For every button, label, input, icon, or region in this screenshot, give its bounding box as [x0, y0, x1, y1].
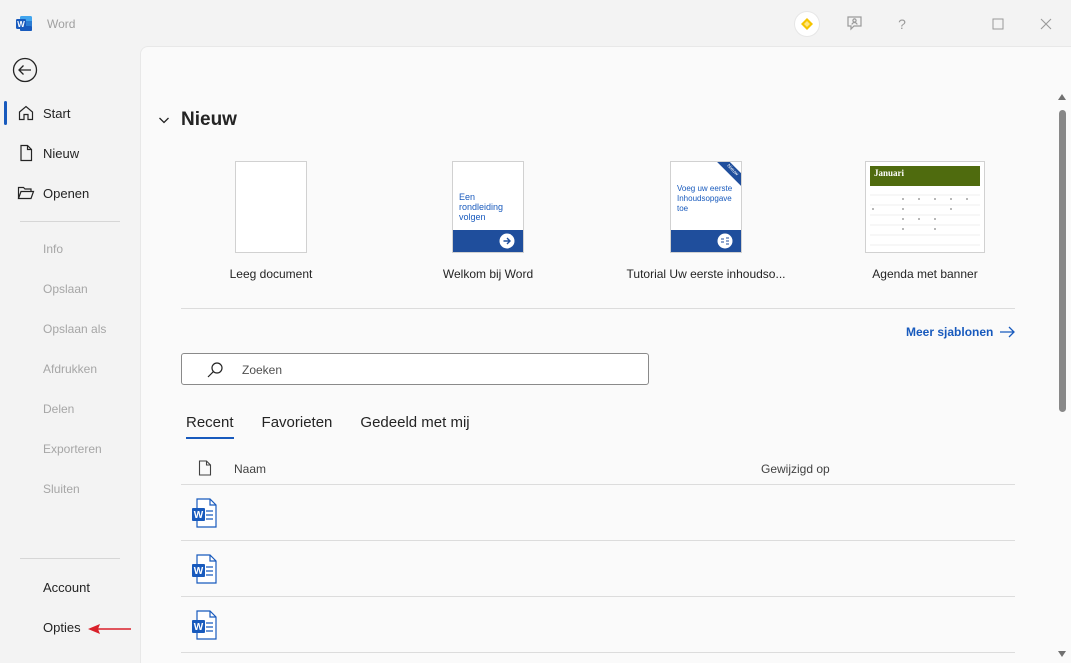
thumbnail-caption: Een rondleiding volgen [459, 192, 504, 222]
sidebar-item-label: Account [43, 580, 90, 595]
more-templates-link[interactable]: Meer sjablonen [906, 325, 1016, 339]
folder-open-icon [17, 186, 35, 200]
sidebar-item-info: Info [0, 231, 140, 267]
more-templates-label: Meer sjablonen [906, 325, 994, 339]
table-bottom-divider [181, 652, 1015, 653]
sidebar-item-label: Exporteren [43, 442, 102, 456]
tab-recent[interactable]: Recent [186, 414, 234, 439]
sidebar-item-label: Afdrukken [43, 362, 98, 376]
sidebar-item-opslaan: Opslaan [0, 271, 140, 307]
search-icon [207, 362, 223, 378]
sidebar-item-sluiten: Sluiten [0, 471, 140, 507]
calendar-month: Januari [874, 168, 905, 178]
feedback-icon [847, 16, 862, 31]
template-name: Agenda met banner [872, 267, 978, 281]
sidebar-item-label: Opslaan als [43, 322, 107, 336]
search-input[interactable] [242, 360, 622, 380]
template-thumbnail: Een rondleiding volgen [452, 161, 524, 253]
scroll-down-icon[interactable] [1057, 650, 1067, 658]
main-content: Nieuw Leeg document Een rondleiding volg… [140, 46, 1071, 663]
feedback-button[interactable] [843, 12, 867, 36]
template-thumbnail: Voeg uw eerste Inhoudsopgave toe Nieuw [670, 161, 742, 253]
new-section-header[interactable]: Nieuw [157, 109, 237, 131]
calendar-grid-icon [870, 194, 980, 246]
sidebar-item-account[interactable]: Account [0, 569, 140, 605]
title-bar: W Word ? [0, 0, 1071, 46]
vertical-scrollbar[interactable] [1057, 93, 1067, 658]
table-row[interactable]: W [181, 540, 1015, 595]
template-thumbnail: Januari [865, 161, 985, 253]
word-document-icon: W [192, 610, 217, 640]
scrollbar-thumb[interactable] [1059, 110, 1066, 412]
thumbnail-caption: Voeg uw eerste Inhoudsopgave toe [677, 184, 733, 213]
table-row[interactable]: W [181, 596, 1015, 651]
premium-button[interactable] [795, 12, 819, 36]
svg-text:W: W [194, 510, 204, 521]
template-name: Tutorial Uw eerste inhoudso... [626, 267, 786, 281]
word-document-icon: W [192, 498, 217, 528]
arrow-right-icon [499, 233, 515, 249]
svg-text:W: W [194, 622, 204, 633]
templates-divider [181, 308, 1015, 309]
sidebar-item-delen: Delen [0, 391, 140, 427]
file-tabs: Recent Favorieten Gedeeld met mij [186, 414, 498, 439]
template-calendar-banner[interactable]: Januari Agenda met banner [825, 161, 1025, 281]
tab-gedeeld-met-mij[interactable]: Gedeeld met mij [360, 414, 469, 435]
back-arrow-icon [12, 57, 38, 83]
sidebar-item-afdrukken: Afdrukken [0, 351, 140, 387]
scroll-up-icon[interactable] [1057, 93, 1067, 101]
help-button[interactable]: ? [890, 12, 914, 36]
home-icon [18, 105, 34, 121]
template-blank-document[interactable]: Leeg document [171, 161, 371, 281]
sidebar-divider [20, 558, 120, 559]
chevron-down-icon [159, 117, 169, 124]
close-window-button[interactable] [1034, 12, 1058, 36]
sidebar-divider [20, 221, 120, 222]
maximize-button[interactable] [986, 12, 1010, 36]
help-icon: ? [898, 16, 906, 32]
sidebar-item-label: Opslaan [43, 282, 88, 296]
backstage-sidebar: Start Nieuw Openen Info Opslaan Opslaan … [0, 46, 140, 663]
sidebar-item-label: Openen [43, 186, 90, 201]
new-document-icon [20, 144, 33, 162]
insert-toc-icon [717, 233, 733, 249]
sidebar-item-start[interactable]: Start [0, 95, 140, 131]
template-tutorial-toc[interactable]: Voeg uw eerste Inhoudsopgave toe Nieuw T… [606, 161, 806, 281]
sidebar-item-label: Info [43, 242, 64, 256]
word-document-icon: W [192, 554, 217, 584]
calendar-banner: Januari [870, 166, 980, 186]
premium-diamond-icon [801, 18, 813, 30]
template-name: Leeg document [229, 267, 313, 281]
arrow-right-icon [1000, 326, 1016, 338]
file-type-column-icon [198, 460, 212, 476]
annotation-arrow-icon [88, 624, 131, 634]
sidebar-item-label: Sluiten [43, 482, 80, 496]
sidebar-item-exporteren: Exporteren [0, 431, 140, 467]
close-icon [1040, 18, 1052, 30]
column-header-modified[interactable]: Gewijzigd op [761, 462, 830, 476]
search-box[interactable] [181, 353, 649, 385]
template-welcome[interactable]: Een rondleiding volgen Welkom bij Word [388, 161, 588, 281]
template-name: Welkom bij Word [442, 267, 534, 281]
svg-text:W: W [194, 566, 204, 577]
template-thumbnail [235, 161, 307, 253]
back-button[interactable] [12, 57, 38, 83]
sidebar-item-label: Nieuw [43, 146, 80, 161]
column-header-name[interactable]: Naam [234, 462, 266, 476]
tab-favorieten[interactable]: Favorieten [262, 414, 333, 435]
svg-text:W: W [17, 20, 25, 29]
sidebar-item-nieuw[interactable]: Nieuw [0, 135, 140, 171]
sidebar-item-label: Delen [43, 402, 75, 416]
app-title: Word [47, 17, 76, 31]
section-title: Nieuw [181, 109, 237, 130]
word-logo-icon: W [16, 16, 32, 31]
sidebar-item-openen[interactable]: Openen [0, 175, 140, 211]
sidebar-item-opslaan-als: Opslaan als [0, 311, 140, 347]
sidebar-item-label: Start [43, 106, 71, 121]
table-row[interactable]: W [181, 484, 1015, 539]
sidebar-item-label: Opties [43, 620, 81, 635]
maximize-icon [992, 18, 1004, 30]
